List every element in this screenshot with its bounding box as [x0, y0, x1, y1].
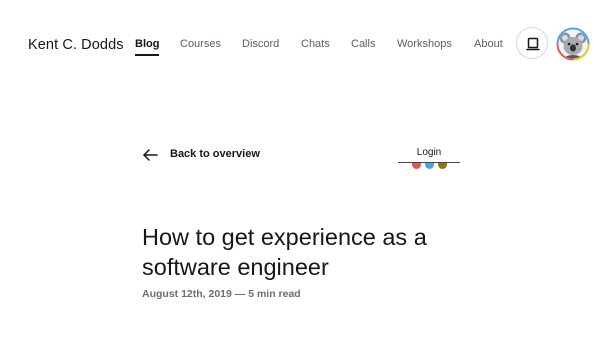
arrow-left-icon — [143, 149, 158, 161]
login-label: Login — [416, 147, 442, 158]
koala-avatar-icon — [556, 27, 590, 61]
back-link-label: Back to overview — [170, 148, 260, 160]
nav-item-calls[interactable]: Calls — [351, 38, 375, 50]
nav-item-label: Blog — [135, 38, 160, 50]
team-red-indicator — [412, 163, 421, 169]
post-title: How to get experience as a software engi… — [142, 224, 427, 280]
theme-toggle-button[interactable] — [516, 27, 548, 59]
nav-item-discord[interactable]: Discord — [242, 38, 279, 50]
laptop-icon — [526, 37, 540, 51]
active-nav-underline — [135, 54, 160, 56]
team-blue-indicator — [425, 163, 434, 169]
login-link[interactable]: Login — [398, 145, 460, 175]
site-title-link[interactable]: Kent C. Dodds — [28, 37, 124, 53]
nav-item-about[interactable]: About — [474, 38, 503, 50]
nav-item-chats[interactable]: Chats — [301, 38, 330, 50]
team-yellow-indicator — [438, 163, 447, 169]
nav-item-courses[interactable]: Courses — [180, 38, 221, 50]
post-date-reading-time: August 12th, 2019 — 5 min read — [142, 288, 301, 300]
profile-avatar-link[interactable] — [556, 27, 590, 61]
nav-item-workshops[interactable]: Workshops — [397, 38, 452, 50]
nav-item-blog[interactable]: Blog — [135, 38, 160, 56]
